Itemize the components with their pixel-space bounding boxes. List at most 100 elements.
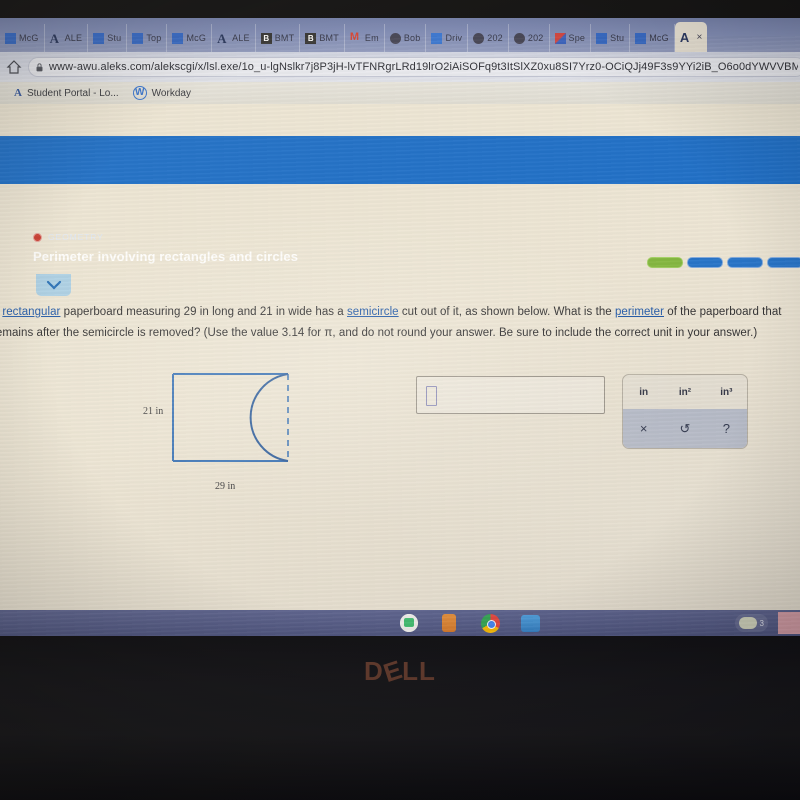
- screen-icon: [5, 32, 16, 44]
- geometry-figure: [172, 373, 289, 462]
- chrome-center-icon: [487, 620, 496, 629]
- tab-label: Stu: [107, 33, 122, 43]
- question-text: A rectangular paperboard measuring 29 in…: [0, 302, 800, 344]
- answer-input[interactable]: [416, 376, 605, 414]
- workday-w-icon: W: [132, 86, 147, 100]
- screen-icon: [635, 32, 647, 44]
- browser-tab[interactable]: M Em: [345, 24, 385, 52]
- bookmark-label: Student Portal - Lo...: [26, 87, 119, 99]
- aleks-logo-icon: [33, 232, 42, 242]
- b-square-icon: B: [305, 32, 317, 44]
- tab-label: BMT: [274, 33, 295, 43]
- unit-in3-button[interactable]: in³: [706, 387, 747, 398]
- folder-icon[interactable]: [521, 615, 540, 632]
- figure-length-label: 29 in: [215, 481, 236, 492]
- os-taskbar: 3: [0, 610, 800, 636]
- undo-button[interactable]: ↺: [664, 421, 705, 437]
- drive-icon: [431, 32, 443, 44]
- browser-tab[interactable]: McG: [167, 24, 213, 52]
- help-button[interactable]: ?: [706, 421, 747, 436]
- screen-icon: [93, 32, 105, 44]
- browser-tab[interactable]: McG: [0, 24, 45, 52]
- tab-label: 202: [487, 33, 503, 43]
- keypad-units-row: in in² in³: [623, 375, 747, 409]
- chevron-down-icon: [46, 280, 61, 290]
- collapse-panel-button[interactable]: [36, 274, 71, 296]
- rectangular-link[interactable]: rectangular: [2, 306, 60, 318]
- tray-count: 3: [759, 618, 764, 628]
- letter-a-icon: A: [14, 86, 22, 99]
- progress-segment: [647, 257, 683, 268]
- tray-edge-panel: [778, 612, 800, 634]
- browser-tab[interactable]: Bob: [385, 24, 427, 52]
- browser-tab[interactable]: Top: [127, 24, 168, 52]
- browser-tab[interactable]: A ALE: [212, 24, 256, 52]
- close-icon[interactable]: ×: [696, 32, 702, 43]
- question-part: cut out of it, as shown below. What is t…: [398, 306, 615, 318]
- globe-icon: [513, 32, 525, 44]
- unit-in2-button[interactable]: in²: [664, 387, 705, 398]
- browser-tab[interactable]: Stu: [591, 24, 631, 52]
- browser-toolbar: www-awu.aleks.com/alekscgi/x/lsl.exe/1o_…: [0, 52, 800, 82]
- semicircle-link[interactable]: semicircle: [347, 306, 399, 318]
- home-icon[interactable]: [6, 59, 22, 75]
- screen-icon: [172, 32, 184, 44]
- unit-in-button[interactable]: in: [623, 387, 664, 398]
- gmail-icon: M: [349, 31, 360, 43]
- laptop-screen: McG A ALE Stu Top McG A ALE B BMT B BMT …: [0, 18, 800, 636]
- aleks-page: GEOMETRY Perimeter involving rectangles …: [0, 104, 800, 636]
- perimeter-link[interactable]: perimeter: [615, 306, 664, 318]
- files-icon[interactable]: [442, 614, 456, 632]
- browser-tab[interactable]: Stu: [88, 24, 128, 52]
- aleks-header-bar: [0, 136, 800, 184]
- bookmark-item[interactable]: W Workday: [132, 86, 191, 100]
- unit-keypad: in in² in³ × ↺ ?: [622, 374, 748, 449]
- tab-label: ALE: [232, 33, 250, 43]
- messages-bubble-icon: [404, 618, 414, 627]
- text-cursor-icon: [426, 386, 437, 406]
- browser-tab-active[interactable]: A ×: [674, 22, 708, 52]
- browser-tab[interactable]: B BMT: [300, 24, 345, 52]
- lock-icon: [36, 62, 43, 71]
- keypad-actions-row: × ↺ ?: [623, 409, 747, 448]
- letter-a-icon: A: [49, 31, 59, 46]
- b-square-icon: B: [260, 32, 272, 44]
- laptop-photo: McG A ALE Stu Top McG A ALE B BMT B BMT …: [0, 0, 800, 800]
- progress-indicator: [647, 257, 800, 268]
- red-flag-icon: [554, 32, 566, 44]
- tab-label: McG: [649, 33, 669, 43]
- browser-tab[interactable]: B BMT: [256, 24, 301, 52]
- assignment-title: Perimeter involving rectangles and circl…: [33, 249, 299, 264]
- tab-label: ALE: [64, 33, 83, 43]
- browser-tab[interactable]: A ALE: [45, 24, 89, 52]
- tab-label: 202: [527, 33, 544, 43]
- bookmark-label: Workday: [151, 87, 191, 99]
- browser-tab[interactable]: Driv: [426, 24, 469, 52]
- tray-status-icon: [738, 617, 757, 629]
- tab-label: Top: [146, 33, 162, 43]
- clear-button[interactable]: ×: [623, 421, 664, 436]
- topic-row: GEOMETRY: [33, 232, 104, 242]
- screen-icon: [132, 32, 144, 44]
- progress-segment: [727, 257, 763, 268]
- tab-label: McG: [186, 33, 207, 43]
- browser-tab[interactable]: 202: [468, 24, 509, 52]
- tab-label: Driv: [445, 33, 463, 43]
- address-bar[interactable]: www-awu.aleks.com/alekscgi/x/lsl.exe/1o_…: [28, 57, 800, 77]
- progress-segment: [767, 257, 800, 268]
- system-tray[interactable]: 3: [734, 614, 768, 632]
- browser-tab[interactable]: McG: [630, 24, 675, 52]
- tab-label: Spe: [568, 33, 586, 43]
- bookmark-item[interactable]: A Student Portal - Lo...: [14, 86, 119, 99]
- tab-label: Stu: [610, 33, 625, 43]
- figure-width-label: 21 in: [143, 406, 164, 417]
- browser-tab[interactable]: 202: [509, 24, 550, 52]
- browser-tab-strip: McG A ALE Stu Top McG A ALE B BMT B BMT …: [0, 18, 800, 52]
- progress-segment: [687, 257, 723, 268]
- tab-label: A: [679, 29, 690, 45]
- topic-label: GEOMETRY: [48, 232, 104, 242]
- screen-icon: [596, 32, 608, 44]
- browser-tab[interactable]: Spe: [550, 24, 592, 52]
- dell-logo: DELL: [364, 653, 436, 689]
- bookmarks-bar: A Student Portal - Lo... W Workday: [0, 82, 800, 104]
